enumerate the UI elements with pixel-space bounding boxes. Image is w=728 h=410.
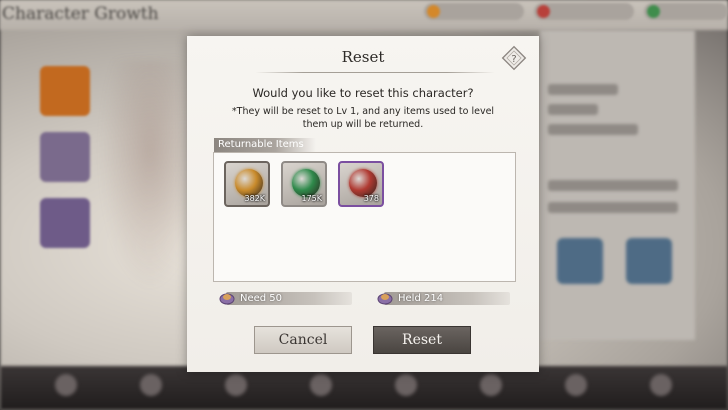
- nav-icon: [55, 374, 77, 396]
- reset-note: *They will be reset to Lv 1, and any ite…: [231, 106, 495, 130]
- currency-red-pill: [534, 3, 634, 20]
- nav-icon: [310, 374, 332, 396]
- reset-button[interactable]: Reset: [373, 326, 471, 354]
- stats-row: [548, 104, 598, 115]
- growth-slot-3: [40, 198, 90, 248]
- returnable-items-label: Returnable Items: [214, 138, 316, 152]
- screen-title: Character Growth: [2, 4, 159, 24]
- nav-icon: [565, 374, 587, 396]
- nav-icon: [650, 374, 672, 396]
- need-label: Need 50: [240, 293, 283, 304]
- cancel-button[interactable]: Cancel: [254, 326, 352, 354]
- stats-row: [548, 180, 678, 191]
- red-orb-icon: [349, 169, 377, 197]
- nav-icon: [225, 374, 247, 396]
- dialog-title: Reset: [341, 48, 385, 66]
- growth-slot-1: [40, 66, 90, 116]
- skill-badge: [626, 238, 672, 284]
- svg-text:?: ?: [511, 54, 516, 65]
- reset-question: Would you like to reset this character?: [252, 86, 474, 100]
- gold-orb-icon: [235, 169, 263, 197]
- character-illustration: [100, 60, 200, 290]
- need-resource: Need 50: [219, 292, 352, 305]
- bottom-nav-bar: [0, 366, 728, 410]
- stats-row: [548, 84, 618, 95]
- growth-slot-2: [40, 132, 90, 182]
- item-count: 382K: [244, 194, 265, 203]
- returnable-item-green-orb[interactable]: 175K: [281, 161, 327, 207]
- nav-icon: [395, 374, 417, 396]
- item-count: 175K: [301, 194, 322, 203]
- returnable-items-box: 382K 175K 378: [213, 152, 516, 282]
- skill-badge: [557, 238, 603, 284]
- returnable-item-red-orb[interactable]: 378: [338, 161, 384, 207]
- stats-row: [548, 124, 638, 135]
- title-divider: [255, 72, 495, 73]
- held-resource: Held 214: [377, 292, 510, 305]
- returnable-item-gold-orb[interactable]: 382K: [224, 161, 270, 207]
- item-count: 378: [363, 194, 379, 203]
- currency-gold-pill: [424, 3, 524, 20]
- nav-icon: [480, 374, 502, 396]
- question-diamond-icon: ?: [501, 45, 527, 71]
- held-label: Held 214: [398, 293, 444, 304]
- green-orb-icon: [292, 169, 320, 197]
- stats-row: [548, 202, 678, 213]
- currency-green-pill: [644, 3, 728, 20]
- reset-dialog: Reset ? Would you like to reset this cha…: [187, 36, 539, 372]
- nav-icon: [140, 374, 162, 396]
- reset-ticket-icon: [219, 293, 235, 305]
- help-button[interactable]: ?: [501, 45, 527, 71]
- reset-ticket-icon: [377, 293, 393, 305]
